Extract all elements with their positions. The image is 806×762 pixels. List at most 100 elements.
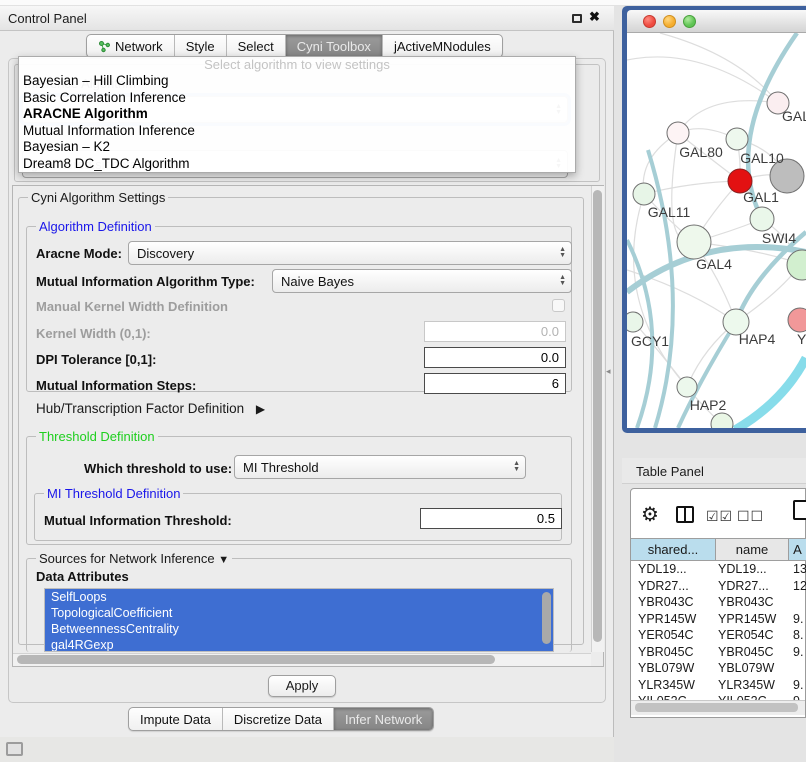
tab-impute-data[interactable]: Impute Data	[129, 708, 222, 730]
node-label: GAL80	[679, 144, 723, 160]
node-gal80[interactable]	[667, 122, 689, 144]
list-item-betweennesscentrality[interactable]: BetweennessCentrality	[45, 621, 553, 637]
apply-button[interactable]: Apply	[268, 675, 336, 697]
table-row[interactable]: YIL052C YIL052C 9	[631, 693, 806, 700]
minimize-traffic-light[interactable]	[663, 15, 676, 28]
node-gal10[interactable]	[726, 128, 748, 150]
control-panel-titlebar[interactable]	[0, 6, 614, 31]
node-swi4[interactable]	[750, 207, 774, 231]
float-window-icon[interactable]	[572, 14, 582, 23]
close-icon[interactable]: ✖	[589, 9, 600, 25]
network-node-labels: GAL GAL80 GAL10 GAL1 GAL11 SWI4 GAL4 GCY…	[631, 108, 806, 413]
table-panel-title: Table Panel	[636, 464, 704, 479]
node-gal11[interactable]	[633, 183, 655, 205]
node-gcy1[interactable]	[627, 312, 643, 332]
cell: YER054C	[716, 627, 789, 644]
popup-item-basic-correlation[interactable]: Basic Correlation Inference	[19, 90, 575, 107]
popup-item-bayesian-hill-climbing[interactable]: Bayesian – Hill Climbing	[19, 73, 575, 90]
aracne-mode-combo[interactable]: Discovery ▲▼	[128, 241, 572, 265]
column-header-partial[interactable]: A	[789, 538, 806, 561]
node-gal4[interactable]	[677, 225, 711, 259]
column-header-shared-name[interactable]: shared...	[631, 538, 716, 561]
cell: YLR345W	[716, 677, 789, 694]
node-label: GCY1	[631, 333, 669, 349]
data-attributes-label: Data Attributes	[36, 569, 129, 584]
attributes-list-scrollbar[interactable]	[542, 592, 551, 644]
stepper-icon: ▲▼	[513, 461, 520, 473]
mi-type-value: Naive Bayes	[281, 274, 354, 289]
close-traffic-light[interactable]	[643, 15, 656, 28]
node-label: HAP2	[690, 397, 727, 413]
node-label: GAL4	[696, 256, 732, 272]
mi-threshold-group-title: MI Threshold Definition	[44, 486, 183, 501]
manual-kernel-label: Manual Kernel Width Definition	[36, 299, 228, 314]
popup-item-aracne[interactable]: ARACNE Algorithm	[19, 106, 575, 123]
tab-jactivemnodules[interactable]: jActiveMNodules	[382, 35, 502, 57]
splitter-handle[interactable]: ◂	[606, 366, 613, 376]
table-row[interactable]: YBR045C YBR045C 9.	[631, 644, 806, 661]
column-header-name[interactable]: name	[716, 538, 789, 561]
cell: YDL19...	[716, 561, 789, 578]
which-threshold-combo[interactable]: MI Threshold ▲▼	[234, 455, 526, 479]
table-body: YDL19... YDL19... 13 YDR27... YDR27... 1…	[631, 561, 806, 700]
node-label: SWI4	[762, 230, 796, 246]
cell	[789, 660, 806, 677]
cell: 9.	[789, 611, 806, 628]
cell: 9	[789, 693, 806, 700]
gear-icon[interactable]: ⚙	[641, 502, 659, 527]
table-row[interactable]: YLR345W YLR345W 9.	[631, 677, 806, 694]
kernel-width-field[interactable]: 0.0	[424, 321, 566, 342]
zoom-traffic-light[interactable]	[683, 15, 696, 28]
list-item-topologicalcoefficient[interactable]: TopologicalCoefficient	[45, 605, 553, 621]
dpi-tolerance-field[interactable]: 0.0	[424, 347, 566, 368]
popup-item-mutual-information[interactable]: Mutual Information Inference	[19, 123, 575, 140]
cell: YDR27...	[631, 578, 716, 595]
node-hap2[interactable]	[677, 377, 697, 397]
tab-discretize-data[interactable]: Discretize Data	[222, 708, 333, 730]
list-item-gal4rgexp[interactable]: gal4RGexp	[45, 637, 553, 652]
table-row[interactable]: YDR27... YDR27... 12	[631, 578, 806, 595]
mi-threshold-field[interactable]: 0.5	[420, 508, 562, 529]
tab-select[interactable]: Select	[226, 35, 285, 57]
collapsed-panel-icon[interactable]	[6, 742, 23, 756]
tab-infer-network[interactable]: Infer Network	[333, 708, 433, 730]
cell: YDL19...	[631, 561, 716, 578]
table-horizontal-scrollbar-thumb[interactable]	[635, 703, 798, 712]
tab-network[interactable]: Network	[87, 35, 174, 57]
select-all-checkboxes-icon[interactable]: ☑☑	[706, 508, 733, 525]
manual-kernel-checkbox[interactable]	[552, 299, 565, 312]
tab-style[interactable]: Style	[174, 35, 226, 57]
sources-group-toggle[interactable]: Sources for Network Inference ▼	[36, 551, 232, 566]
tab-cyni-toolbox[interactable]: Cyni Toolbox	[285, 35, 382, 57]
chevron-right-icon: ▶	[256, 402, 265, 416]
hub-definition-toggle[interactable]: Hub/Transcription Factor Definition ▶	[36, 401, 265, 416]
node-label: GAL	[782, 108, 806, 124]
cell: YIL052C	[716, 693, 789, 700]
hub-definition-label: Hub/Transcription Factor Definition	[36, 401, 244, 416]
popup-item-bayesian-k2[interactable]: Bayesian – K2	[19, 139, 575, 156]
control-panel-title: Control Panel	[8, 11, 87, 26]
deselect-all-checkboxes-icon[interactable]: ☐☐	[737, 508, 764, 525]
tab-impute-data-label: Impute Data	[140, 712, 211, 727]
list-item-selfloops[interactable]: SelfLoops	[45, 589, 553, 605]
document-icon[interactable]	[793, 500, 806, 520]
node-green-large[interactable]	[787, 250, 806, 280]
node-salmon[interactable]	[788, 308, 806, 332]
table-row[interactable]: YER054C YER054C 8.	[631, 627, 806, 644]
table-row[interactable]: YPR145W YPR145W 9.	[631, 611, 806, 628]
table-row[interactable]: YBR043C YBR043C	[631, 594, 806, 611]
control-panel-tabs: Network Style Select Cyni Toolbox jActiv…	[86, 34, 503, 58]
node-label: GAL10	[740, 150, 784, 166]
settings-horizontal-scrollbar-thumb[interactable]	[17, 655, 495, 664]
kernel-width-label: Kernel Width (0,1):	[36, 326, 151, 341]
table-row[interactable]: YBL079W YBL079W	[631, 660, 806, 677]
settings-vertical-scrollbar-thumb[interactable]	[593, 190, 602, 642]
cell: YLR345W	[631, 677, 716, 694]
popup-item-dream8[interactable]: Dream8 DC_TDC Algorithm	[19, 156, 575, 173]
node-bottom-partial[interactable]	[711, 413, 733, 428]
table-row[interactable]: YDL19... YDL19... 13	[631, 561, 806, 578]
mi-steps-field[interactable]: 6	[424, 373, 566, 394]
mi-type-combo[interactable]: Naive Bayes ▲▼	[272, 269, 572, 293]
cell: YIL052C	[631, 693, 716, 700]
columns-icon[interactable]	[676, 506, 694, 523]
